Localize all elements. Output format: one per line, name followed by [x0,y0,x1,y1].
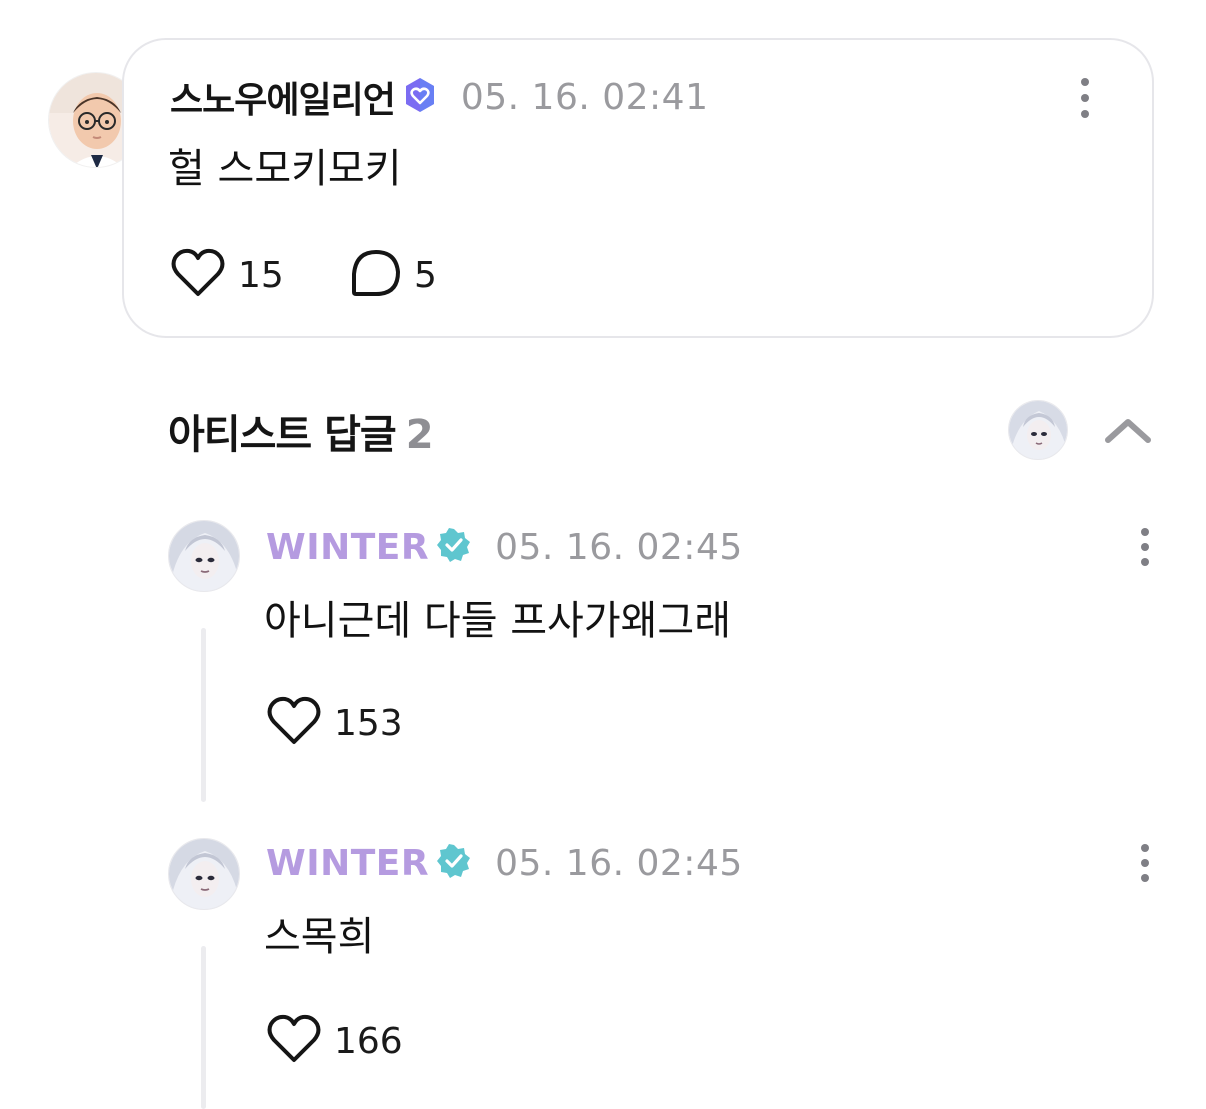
like-button[interactable]: 15 [170,248,284,302]
reply-timestamp: 05. 16. 02:45 [495,842,743,884]
speech-bubble-icon [350,248,402,302]
thread-line [201,628,206,802]
fan-comment-timestamp: 05. 16. 02:41 [460,76,709,118]
artist-username[interactable]: WINTER [266,527,429,568]
like-count: 15 [238,254,284,296]
artist-replies-count: 2 [405,412,434,458]
heart-icon [266,696,322,750]
reply-button[interactable]: 5 [350,248,437,302]
artist-replies-label: 아티스트 답글 [168,412,397,458]
heart-icon [170,248,226,302]
reply-header: WINTER 05. 16. 02:45 [266,522,743,572]
artist-avatar[interactable] [168,520,240,592]
more-options-icon[interactable] [1130,844,1160,882]
verified-check-badge-icon [437,844,471,882]
like-button[interactable]: 166 [266,1014,403,1068]
artist-replies-title[interactable]: 아티스트 답글 2 [168,402,434,460]
heart-icon [266,1014,322,1068]
artist-avatar-small[interactable] [1008,400,1068,460]
verified-check-badge-icon [437,528,471,566]
fan-comment-text: 헐 스모키모키 [168,146,402,192]
comment-thread-screen: 스노우에일리언 05. 16. 02:41 헐 스모키모키 15 5 아티스트 … [0,0,1206,1109]
reply-text: 스목희 [264,914,375,960]
like-button[interactable]: 153 [266,696,403,750]
reply-timestamp: 05. 16. 02:45 [495,526,743,568]
verified-heart-badge-icon [403,77,437,117]
artist-username[interactable]: WINTER [266,843,429,884]
reply-count: 5 [414,254,437,296]
like-count: 166 [334,1020,403,1062]
reply-header: WINTER 05. 16. 02:45 [266,838,743,888]
artist-avatar[interactable] [168,838,240,910]
more-options-icon[interactable] [1130,528,1160,566]
fan-username[interactable]: 스노우에일리언 [170,71,396,123]
reply-text: 아니근데 다들 프사가왜그래 [264,598,732,644]
fan-comment-header: 스노우에일리언 05. 16. 02:41 [170,72,708,122]
thread-line [201,946,206,1109]
collapse-chevron-up-icon[interactable] [1100,408,1156,452]
like-count: 153 [334,702,403,744]
more-options-icon[interactable] [1070,78,1100,118]
